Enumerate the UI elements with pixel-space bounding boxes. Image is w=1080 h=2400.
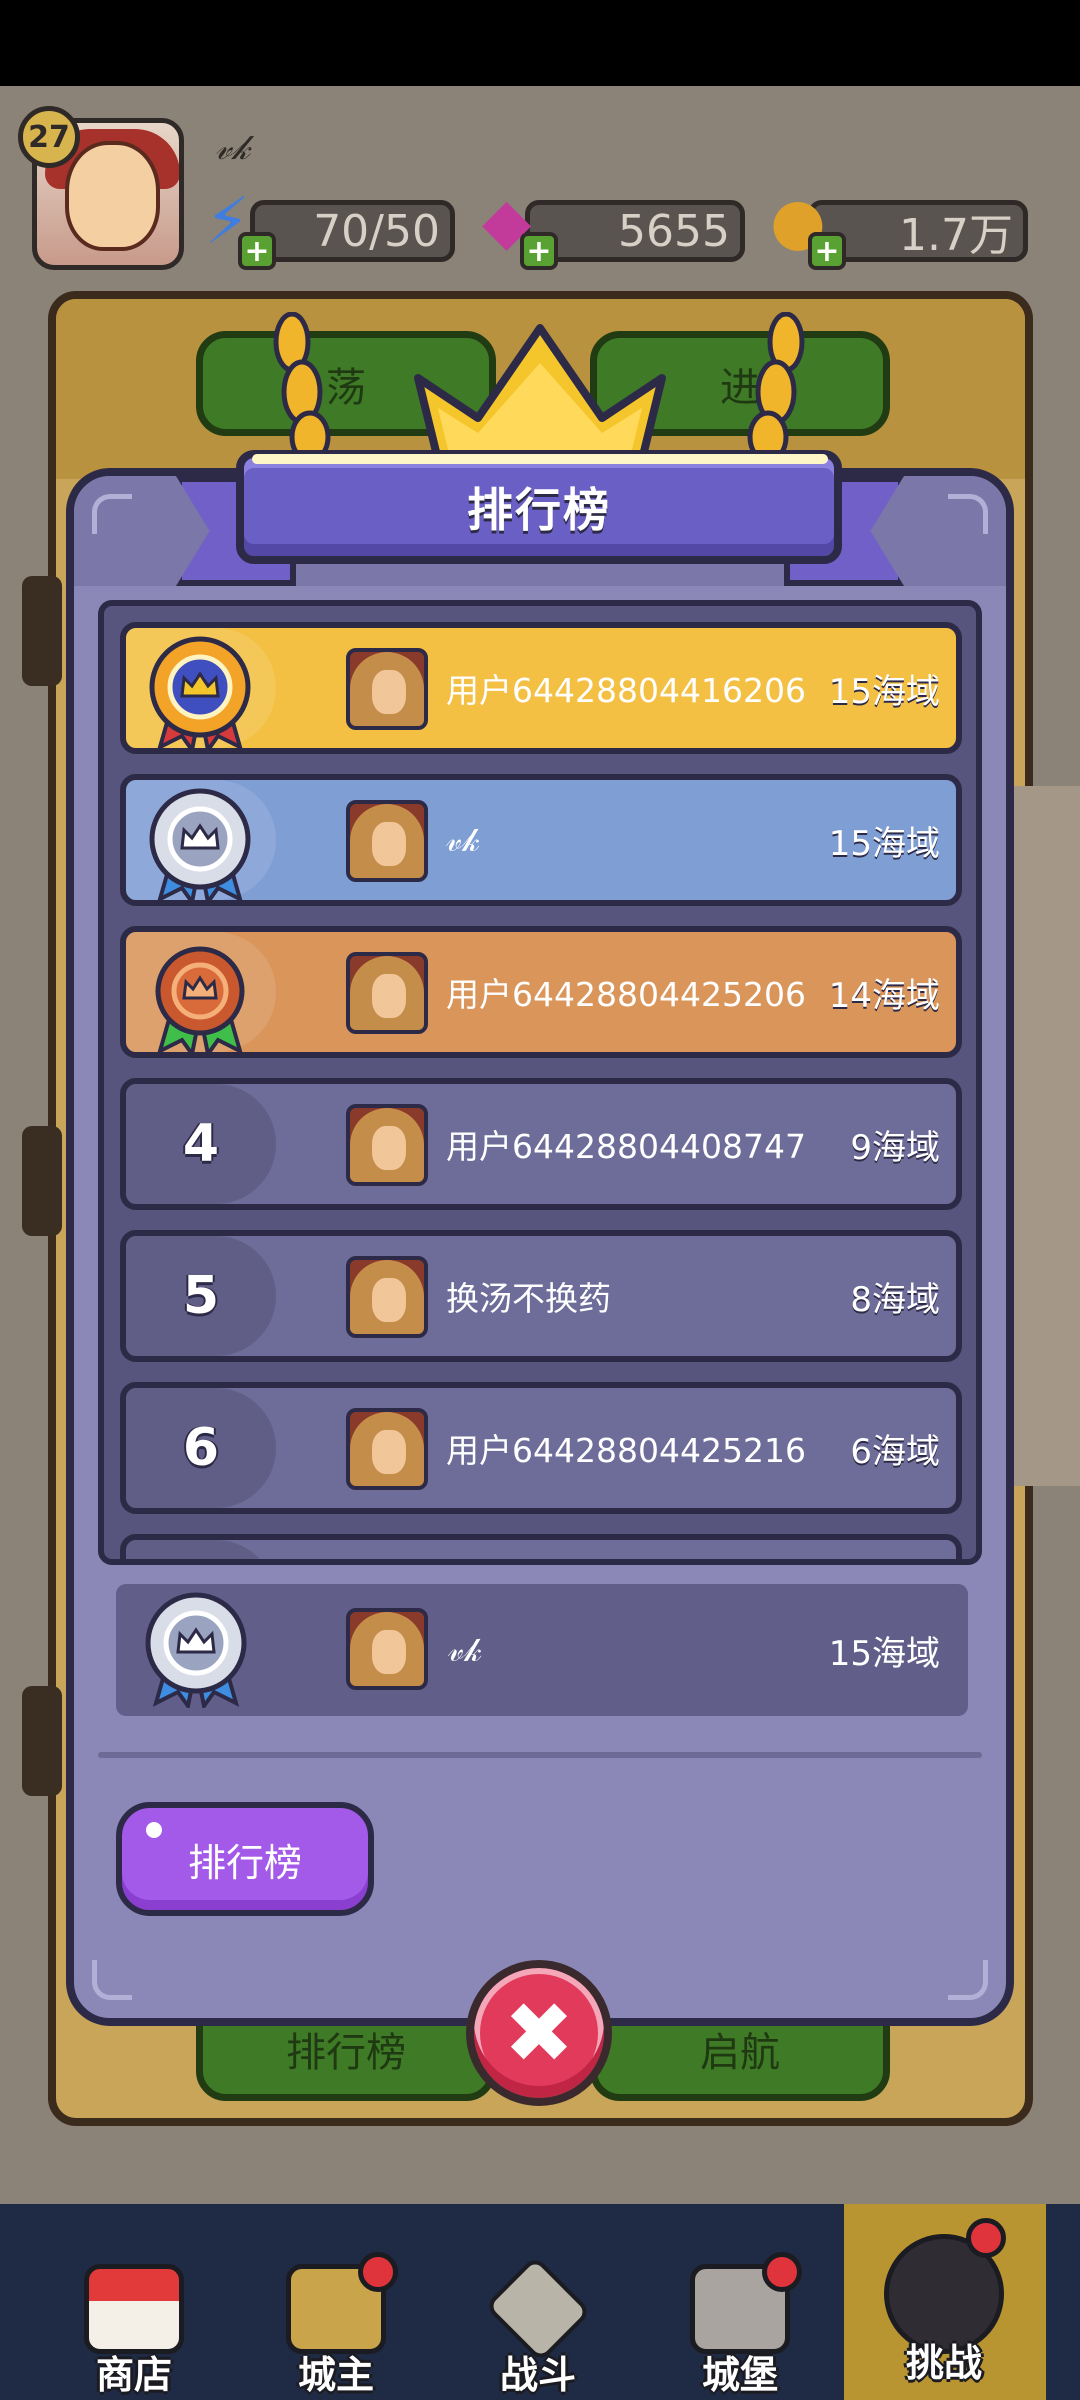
user-avatar [346, 1256, 428, 1338]
user-name: 用户64428804425206 [446, 975, 806, 1014]
rank-number: 5 [182, 1266, 220, 1326]
notification-dot [966, 2218, 1006, 2258]
rank-column [126, 1540, 276, 1559]
rank-number: 4 [182, 1114, 220, 1174]
side-tab [22, 576, 62, 686]
wheat-icon [747, 312, 805, 462]
leaderboard-tab-button[interactable]: 排行榜 [116, 1802, 374, 1916]
avatar-face [65, 141, 160, 251]
user-avatar [346, 800, 428, 882]
nav-label: 城主 [297, 2353, 374, 2397]
button-shine [146, 1822, 162, 1838]
close-button[interactable]: ✖ [466, 1960, 612, 2106]
side-tab [22, 1686, 62, 1796]
notification-dot [358, 2252, 398, 2292]
leaderboard-row[interactable]: 用户64428804425206 14海域 [120, 926, 962, 1058]
leaderboard-row-partial[interactable] [120, 1534, 962, 1559]
user-name: 𝓋𝓀 [446, 820, 480, 859]
leaderboard-row[interactable]: 𝓋𝓀 15海域 [120, 774, 962, 906]
my-score: 15海域 [828, 1633, 940, 1674]
nav-label: 战斗 [499, 2353, 576, 2397]
rank-number: 6 [182, 1418, 220, 1478]
leaderboard-row[interactable]: 5 换汤不换药 8海域 [120, 1230, 962, 1362]
shop-icon [84, 2264, 184, 2354]
energy-bar: 70/50 [250, 200, 455, 262]
nav-item-battle[interactable]: 战斗 [448, 2204, 628, 2400]
user-avatar [346, 1104, 428, 1186]
add-gems-button[interactable]: + [520, 232, 558, 270]
leaderboard-list[interactable]: 用户64428804416206 15海域 𝓋𝓀 15海域 用户64428804… [98, 600, 982, 1565]
user-score: 15海域 [828, 823, 940, 864]
coins-value: 1.7万 [899, 210, 1013, 261]
user-name: 用户64428804408747 [446, 1127, 806, 1166]
dialog-title: 排行榜 [236, 450, 842, 564]
bronze-medal-icon [155, 946, 245, 1052]
gold-medal-icon [149, 636, 251, 748]
corner-ornament [948, 1960, 988, 2000]
corner-ornament [92, 1960, 132, 2000]
nav-label: 挑战 [905, 2341, 982, 2385]
nav-label: 城堡 [701, 2353, 778, 2397]
user-name: 换汤不换药 [446, 1279, 611, 1318]
user-score: 9海域 [850, 1127, 940, 1168]
nav-item-lord[interactable]: 城主 [246, 2204, 426, 2400]
gems-bar: 5655 [525, 200, 745, 262]
corner-ornament [92, 494, 132, 534]
user-score: 8海域 [850, 1279, 940, 1320]
corner-ornament [948, 494, 988, 534]
user-name: 用户64428804425216 [446, 1431, 806, 1470]
user-avatar [346, 1408, 428, 1490]
tab-button-label: 排行榜 [187, 1840, 302, 1885]
crown-icon [414, 324, 666, 468]
my-name: 𝓋𝓀 [448, 1630, 482, 1669]
my-rank-row: 𝓋𝓀 15海域 [116, 1584, 968, 1716]
status-bar [0, 0, 1080, 86]
divider [98, 1752, 982, 1758]
gems-value: 5655 [618, 205, 730, 257]
wheat-icon [273, 312, 331, 462]
leaderboard-row[interactable]: 4 用户64428804408747 9海域 [120, 1078, 962, 1210]
player-name: 𝓋𝓀 [215, 128, 251, 168]
notification-dot [762, 2252, 802, 2292]
nav-label: 商店 [95, 2353, 172, 2397]
user-name: 用户64428804416206 [446, 671, 806, 710]
energy-value: 70/50 [313, 205, 440, 257]
silver-medal-icon [149, 788, 251, 900]
add-coins-button[interactable]: + [808, 232, 846, 270]
leaderboard-row[interactable]: 6 用户64428804425216 6海域 [120, 1382, 962, 1514]
level-badge: 27 [18, 106, 80, 168]
nav-item-shop[interactable]: 商店 [44, 2204, 224, 2400]
close-icon: ✖ [503, 1984, 575, 2082]
leaderboard-row[interactable]: 用户64428804416206 15海域 [120, 622, 962, 754]
title-highlight [252, 454, 828, 464]
add-energy-button[interactable]: + [238, 232, 276, 270]
user-avatar [346, 648, 428, 730]
nav-item-castle[interactable]: 城堡 [650, 2204, 830, 2400]
user-avatar [346, 1608, 428, 1690]
side-tab [22, 1126, 62, 1236]
user-score: 15海域 [828, 671, 940, 712]
user-score: 14海域 [828, 975, 940, 1016]
silver-medal-icon [145, 1592, 247, 1708]
user-avatar [346, 952, 428, 1034]
user-score: 6海域 [850, 1431, 940, 1472]
nav-item-challenge[interactable]: 挑战 [854, 2204, 1034, 2400]
